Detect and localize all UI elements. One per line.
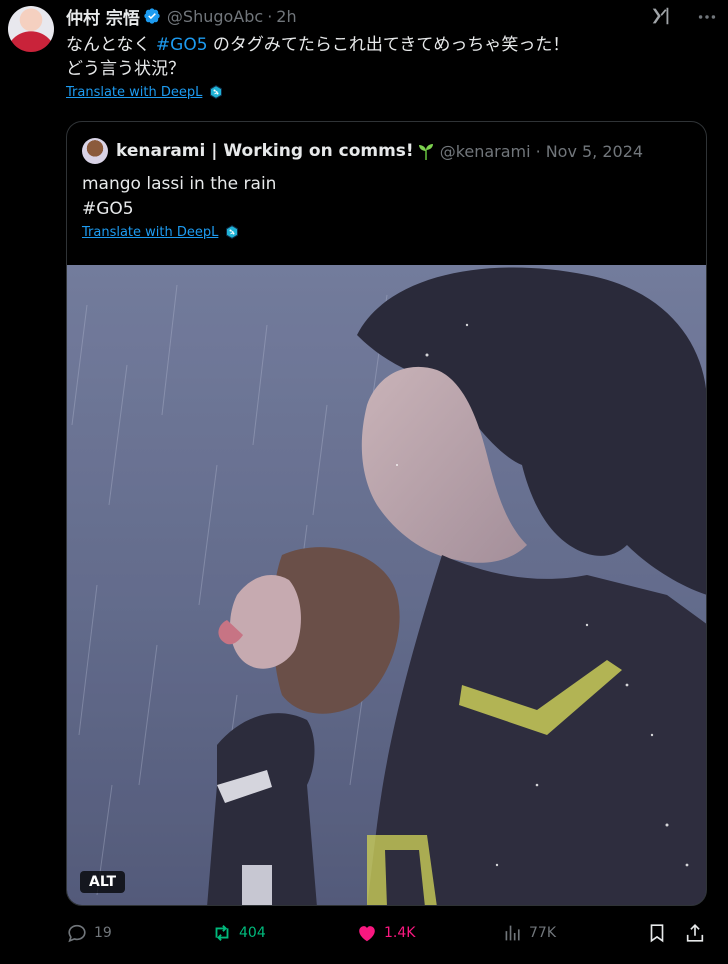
- quoted-tweet[interactable]: kenarami | Working on comms! @kenarami ·…: [66, 121, 707, 906]
- illustration-rain-scene: [67, 265, 706, 905]
- quoted-tweet-text: mango lassi in the rain #GO5: [82, 172, 276, 222]
- quoted-text-line2: #GO5: [82, 199, 134, 219]
- reply-button[interactable]: 19: [66, 920, 112, 946]
- quoted-author-avatar[interactable]: [82, 138, 108, 164]
- quoted-translate-link[interactable]: Translate with DeepL: [82, 225, 218, 240]
- tweet-text: なんとなく #GO5 のタグみてたらこれ出てきてめっちゃ笑った！ どう言う状況？: [66, 33, 706, 81]
- quoted-tweet-image[interactable]: ALT: [67, 265, 706, 905]
- tweet-text-part1: なんとなく: [66, 35, 156, 55]
- like-count: 1.4K: [384, 925, 416, 941]
- share-button[interactable]: [684, 920, 706, 946]
- tweet-text-line2: どう言う状況？: [66, 59, 185, 79]
- translate-row: Translate with DeepL: [66, 84, 224, 100]
- views-count: 77K: [529, 925, 556, 941]
- tweet-timestamp[interactable]: 2h: [276, 7, 296, 26]
- author-avatar[interactable]: [8, 6, 54, 52]
- quoted-tweet-date[interactable]: Nov 5, 2024: [546, 142, 643, 161]
- reply-count: 19: [94, 925, 112, 941]
- share-icon: [686, 924, 704, 942]
- like-button[interactable]: 1.4K: [356, 920, 415, 946]
- retweet-count: 404: [239, 925, 266, 941]
- separator-dot: ·: [267, 6, 273, 26]
- retweet-icon: [215, 925, 229, 941]
- more-icon[interactable]: [696, 6, 718, 28]
- deepl-icon: [210, 85, 223, 99]
- quoted-tweet-header: kenarami | Working on comms! @kenarami ·…: [82, 138, 643, 164]
- translate-link[interactable]: Translate with DeepL: [66, 85, 202, 100]
- tweet[interactable]: 仲村 宗悟 @ShugoAbc · 2h なんとなく #GO5 のタグみてたらこ…: [0, 0, 728, 964]
- author-handle[interactable]: @ShugoAbc: [167, 7, 263, 26]
- reply-icon: [68, 924, 86, 943]
- author-display-name[interactable]: 仲村 宗悟: [66, 4, 140, 29]
- xai-grok-icon[interactable]: [650, 5, 672, 27]
- bookmark-button[interactable]: [646, 920, 668, 946]
- deepl-icon: [226, 225, 239, 239]
- quoted-text-line1: mango lassi in the rain: [82, 174, 277, 194]
- views-button[interactable]: 77K: [501, 920, 556, 946]
- sprout-icon: [418, 144, 433, 160]
- heart-icon: [359, 926, 375, 942]
- tweet-actions: 19 404 1.4K 77K: [66, 920, 708, 946]
- alt-text-badge[interactable]: ALT: [80, 871, 125, 893]
- quoted-translate-row: Translate with DeepL: [82, 224, 240, 240]
- verified-badge-icon: [144, 8, 160, 24]
- hashtag-link[interactable]: #GO5: [156, 35, 208, 55]
- quoted-author-display-name[interactable]: kenarami | Working on comms!: [116, 141, 414, 161]
- retweet-button[interactable]: 404: [211, 920, 266, 946]
- tweet-text-part2: のタグみてたらこれ出てきてめっちゃ笑った！: [207, 35, 570, 55]
- views-icon: [505, 925, 520, 941]
- quoted-author-handle[interactable]: @kenarami: [440, 142, 531, 161]
- tweet-header: 仲村 宗悟 @ShugoAbc · 2h: [66, 4, 297, 29]
- quoted-separator-dot: ·: [535, 141, 541, 161]
- bookmark-icon: [650, 924, 664, 943]
